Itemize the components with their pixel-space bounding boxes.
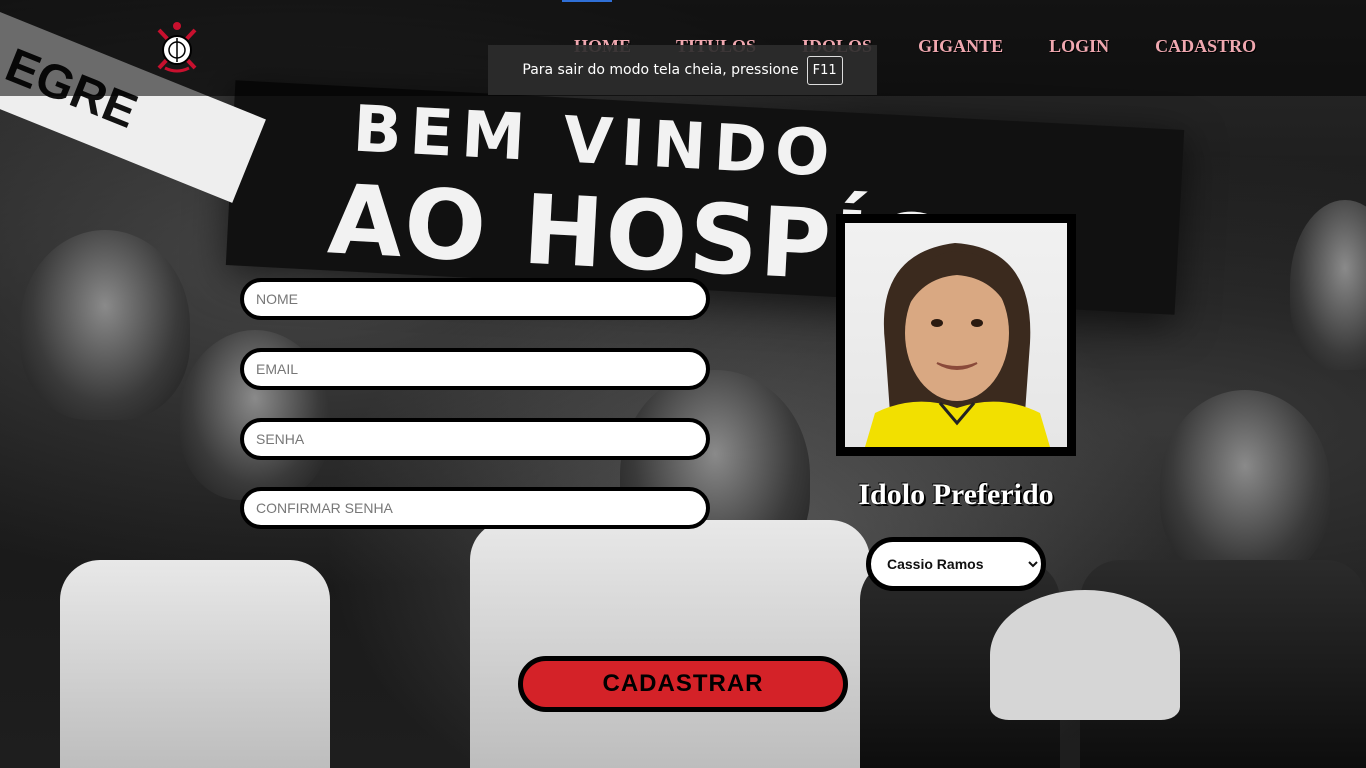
- confirmar-senha-input[interactable]: [240, 487, 710, 529]
- f11-key-badge: F11: [806, 55, 843, 85]
- cadastrar-button[interactable]: CADASTRAR: [518, 656, 848, 712]
- senha-input[interactable]: [240, 418, 710, 460]
- fan-cap: [990, 590, 1180, 720]
- corinthians-crest-icon[interactable]: [155, 20, 199, 76]
- idol-select[interactable]: Cassio Ramos: [866, 537, 1046, 591]
- nav-login[interactable]: LOGIN: [1049, 36, 1109, 57]
- email-input[interactable]: [240, 348, 710, 390]
- idol-title: Idolo Preferido: [858, 478, 1054, 511]
- fan-figure: [1290, 200, 1366, 370]
- nav-gigante[interactable]: GIGANTE: [918, 36, 1003, 57]
- fan-shirt: [60, 560, 330, 768]
- fullscreen-notice-text: Para sair do modo tela cheia, pressione: [522, 62, 799, 78]
- idol-photo-frame: [836, 214, 1076, 456]
- fan-figure: [20, 230, 190, 420]
- fan-shirt: [470, 520, 870, 768]
- browser-tab-indicator: [562, 0, 612, 2]
- player-portrait-photo: [845, 223, 1067, 447]
- player-portrait-illustration: [865, 243, 1050, 447]
- fan-figure: [1160, 390, 1330, 580]
- nav-cadastro[interactable]: CADASTRO: [1155, 36, 1256, 57]
- nome-input[interactable]: [240, 278, 710, 320]
- fullscreen-exit-notice: Para sair do modo tela cheia, pressione …: [488, 45, 877, 95]
